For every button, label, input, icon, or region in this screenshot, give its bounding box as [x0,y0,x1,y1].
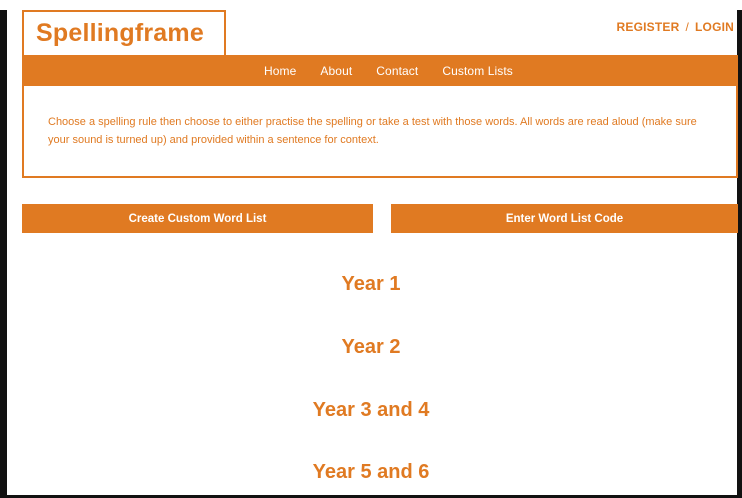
create-custom-list-button[interactable]: Create Custom Word List [22,204,373,233]
year-2-link[interactable]: Year 2 [0,336,742,359]
site-logo[interactable]: Spellingframe [22,10,226,55]
year-1-link[interactable]: Year 1 [0,273,742,296]
intro-text: Choose a spelling rule then choose to ei… [48,116,697,146]
nav-home[interactable]: Home [264,64,296,78]
top-strip [0,0,742,10]
register-link[interactable]: REGISTER [617,20,680,34]
logo-text: Spellingframe [36,19,204,47]
nav-custom-lists[interactable]: Custom Lists [442,64,513,78]
intro-panel: Choose a spelling rule then choose to ei… [22,86,738,178]
main-nav: Home About Contact Custom Lists [22,55,738,86]
nav-about[interactable]: About [320,64,352,78]
auth-separator: / [685,20,689,34]
enter-list-code-button[interactable]: Enter Word List Code [391,204,738,233]
year-3-and-4-link[interactable]: Year 3 and 4 [0,399,742,422]
login-link[interactable]: LOGIN [695,20,734,34]
year-5-and-6-link[interactable]: Year 5 and 6 [0,461,742,484]
nav-contact[interactable]: Contact [376,64,418,78]
auth-links: REGISTER / LOGIN [617,20,735,34]
create-custom-list-label: Create Custom Word List [128,212,267,225]
enter-list-code-label: Enter Word List Code [505,212,624,225]
